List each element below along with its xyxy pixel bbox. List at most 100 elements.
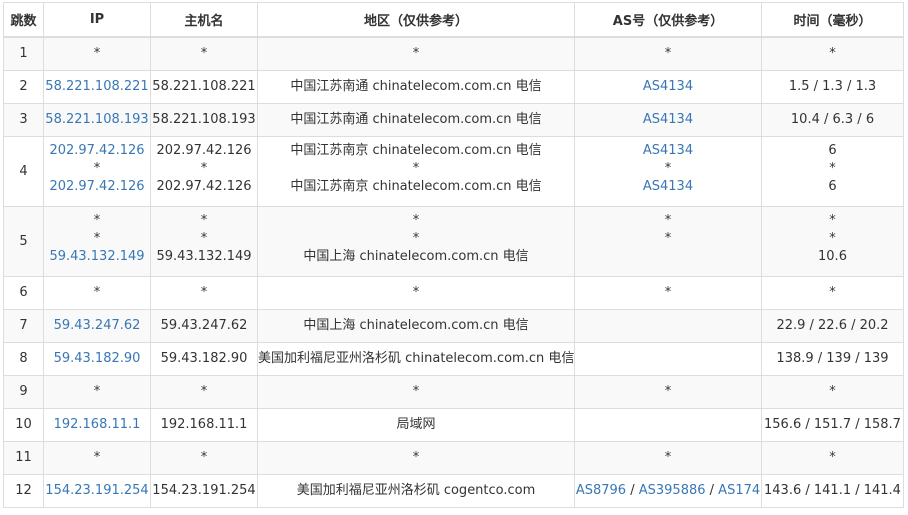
asn-line — [576, 350, 761, 368]
region-cell: 美国加利福尼亚州洛杉矶 chinatelecom.com.cn 电信 — [257, 341, 575, 376]
asn-link[interactable]: AS8796 — [576, 483, 626, 498]
region-value: 局域网 — [396, 416, 436, 432]
table-row: 3 58.221.108.193 58.221.108.193 中国江苏南通 chin… — [3, 102, 904, 137]
header-hop: 跳数 — [3, 2, 44, 38]
asn-link[interactable]: AS4134 — [643, 179, 693, 194]
time-cell: * — [761, 440, 904, 475]
asn-cell: AS4134 — [574, 102, 762, 137]
region-value: * — [412, 230, 420, 246]
asn-line: AS4134 — [576, 111, 761, 129]
asn-link[interactable]: AS4134 — [643, 112, 693, 127]
ip-link[interactable]: 59.43.247.62 — [45, 317, 150, 335]
time-value: * — [829, 284, 836, 300]
ip-link[interactable]: 154.23.191.254 — [45, 482, 150, 500]
region-value: * — [412, 212, 420, 228]
host-cell: * — [150, 440, 258, 475]
asn-link[interactable]: AS395886 — [639, 483, 706, 498]
hop-number: 7 — [3, 308, 44, 343]
asn-link[interactable]: AS174 — [718, 483, 760, 498]
region-value: 美国加利福尼亚州洛杉矶 cogentco.com — [296, 482, 536, 498]
host-cell: 192.168.11.1 — [150, 407, 258, 442]
header-time: 时间（毫秒） — [761, 2, 904, 38]
region-value: 中国江苏南通 chinatelecom.com.cn 电信 — [290, 78, 542, 94]
asn-cell — [574, 341, 762, 376]
table-row: 5 * * 59.43.132.149 * * 59.43.132.149 * * 中国上海 ch… — [3, 205, 904, 277]
region-cell: 中国上海 chinatelecom.com.cn 电信 — [257, 308, 575, 343]
host-value: * — [200, 45, 208, 61]
region-value: * — [412, 383, 420, 399]
asn-line: AS4134 — [576, 142, 761, 160]
region-value: 中国江苏南通 chinatelecom.com.cn 电信 — [290, 111, 542, 127]
ip-link[interactable]: 58.221.108.221 — [45, 78, 150, 96]
region-cell: 美国加利福尼亚州洛杉矶 cogentco.com — [257, 473, 575, 508]
host-value: 58.221.108.193 — [152, 111, 256, 127]
time-value: * — [829, 45, 836, 61]
region-cell: 中国江苏南通 chinatelecom.com.cn 电信 — [257, 69, 575, 104]
time-cell: 1.5 / 1.3 / 1.3 — [761, 69, 904, 104]
table-row: 4 202.97.42.126 * 202.97.42.126 202.97.42.12… — [3, 135, 904, 207]
host-value: 154.23.191.254 — [152, 482, 256, 498]
hop-number: 3 — [3, 102, 44, 137]
ip-value: * — [93, 230, 101, 246]
traceroute-table: 跳数 IP 主机名 地区（仅供参考） AS号（仅供参考） 时间（毫秒） 1 * * *… — [3, 2, 904, 508]
host-cell: * * 59.43.132.149 — [150, 205, 258, 277]
host-value: * — [200, 449, 208, 465]
time-cell: * — [761, 275, 904, 310]
ip-cell: 59.43.247.62 — [43, 308, 151, 343]
time-value: 22.9 / 22.6 / 20.2 — [776, 317, 889, 333]
region-value: * — [412, 449, 420, 465]
region-value: 中国上海 chinatelecom.com.cn 电信 — [303, 248, 529, 264]
asn-line: AS4134 — [576, 78, 761, 96]
time-value: 156.6 / 151.7 / 158.7 — [764, 416, 901, 432]
time-value: 10.6 — [818, 248, 847, 264]
time-value: * — [829, 160, 836, 176]
asn-cell: AS4134 * AS4134 — [574, 135, 762, 207]
ip-link[interactable]: 202.97.42.126 — [45, 142, 150, 160]
region-cell: 中国江苏南通 chinatelecom.com.cn 电信 — [257, 102, 575, 137]
asn-unknown: * — [664, 230, 672, 246]
ip-link[interactable]: 192.168.11.1 — [45, 416, 150, 434]
header-asn: AS号（仅供参考） — [574, 2, 762, 38]
ip-cell: 58.221.108.221 — [43, 69, 151, 104]
time-cell: 10.4 / 6.3 / 6 — [761, 102, 904, 137]
asn-link[interactable]: AS4134 — [643, 79, 693, 94]
asn-cell: * * — [574, 205, 762, 277]
asn-unknown: * — [664, 284, 672, 300]
host-value: 202.97.42.126 — [156, 178, 252, 194]
asn-separator: / — [705, 482, 719, 498]
asn-unknown: * — [664, 160, 672, 176]
asn-unknown: * — [664, 449, 672, 465]
host-cell: 59.43.182.90 — [150, 341, 258, 376]
hop-number: 6 — [3, 275, 44, 310]
time-value: * — [829, 212, 836, 228]
host-value: * — [200, 284, 208, 300]
hop-number: 12 — [3, 473, 44, 508]
ip-link[interactable]: 202.97.42.126 — [45, 178, 150, 196]
table-row: 1 * * * * * — [3, 36, 904, 71]
ip-value: * — [93, 212, 101, 228]
hop-number: 1 — [3, 36, 44, 71]
asn-link[interactable]: AS4134 — [643, 143, 693, 158]
time-cell: * — [761, 36, 904, 71]
table-row: 9 * * * * * — [3, 374, 904, 409]
asn-line — [576, 416, 761, 434]
hop-number: 5 — [3, 205, 44, 277]
region-value: * — [412, 45, 420, 61]
ip-link[interactable]: 58.221.108.193 — [45, 111, 150, 129]
region-cell: 中国江苏南京 chinatelecom.com.cn 电信 * 中国江苏南京 chi… — [257, 135, 575, 207]
asn-cell: * — [574, 36, 762, 71]
asn-cell: * — [574, 275, 762, 310]
host-value: 58.221.108.221 — [152, 78, 256, 94]
region-cell: * * 中国上海 chinatelecom.com.cn 电信 — [257, 205, 575, 277]
host-value: 202.97.42.126 — [156, 142, 252, 158]
ip-link[interactable]: 59.43.182.90 — [45, 350, 150, 368]
region-value: * — [412, 284, 420, 300]
header-ip: IP — [43, 2, 151, 38]
host-value: * — [200, 383, 208, 399]
asn-unknown: * — [664, 383, 672, 399]
ip-value: * — [93, 383, 101, 399]
ip-cell: 58.221.108.193 — [43, 102, 151, 137]
time-value: 6 — [828, 178, 837, 194]
table-row: 7 59.43.247.62 59.43.247.62 中国上海 chinatelec… — [3, 308, 904, 343]
ip-link[interactable]: 59.43.132.149 — [45, 248, 150, 266]
